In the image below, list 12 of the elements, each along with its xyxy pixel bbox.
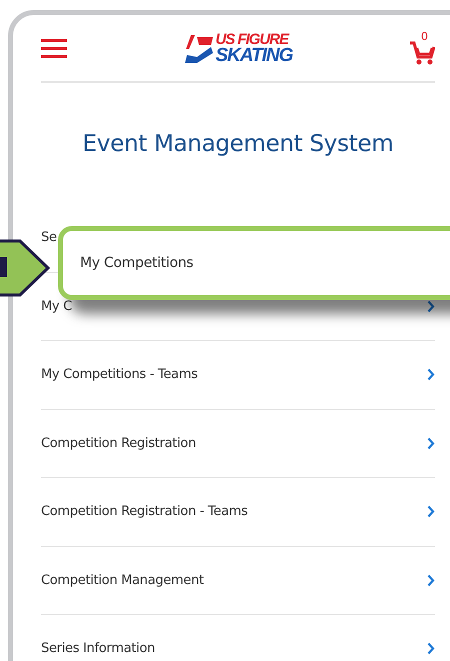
- cart-icon[interactable]: [409, 40, 435, 66]
- menu-item[interactable]: Competition Registration: [41, 410, 435, 478]
- menu-item[interactable]: My Competitions - Teams: [41, 341, 435, 410]
- menu-item[interactable]: Competition Management: [41, 546, 435, 615]
- page-title: Event Management System: [82, 131, 394, 157]
- logo-text: US FIGURE SKATING: [215, 32, 293, 66]
- menu-icon[interactable]: [41, 39, 67, 59]
- menu-item[interactable]: Series Information: [41, 615, 435, 661]
- menu-item[interactable]: Competition Registration - Teams: [41, 478, 435, 546]
- cart-count: 0: [421, 30, 428, 43]
- skater-logo-icon: [183, 32, 214, 65]
- callout-label: My Competitions: [80, 255, 194, 271]
